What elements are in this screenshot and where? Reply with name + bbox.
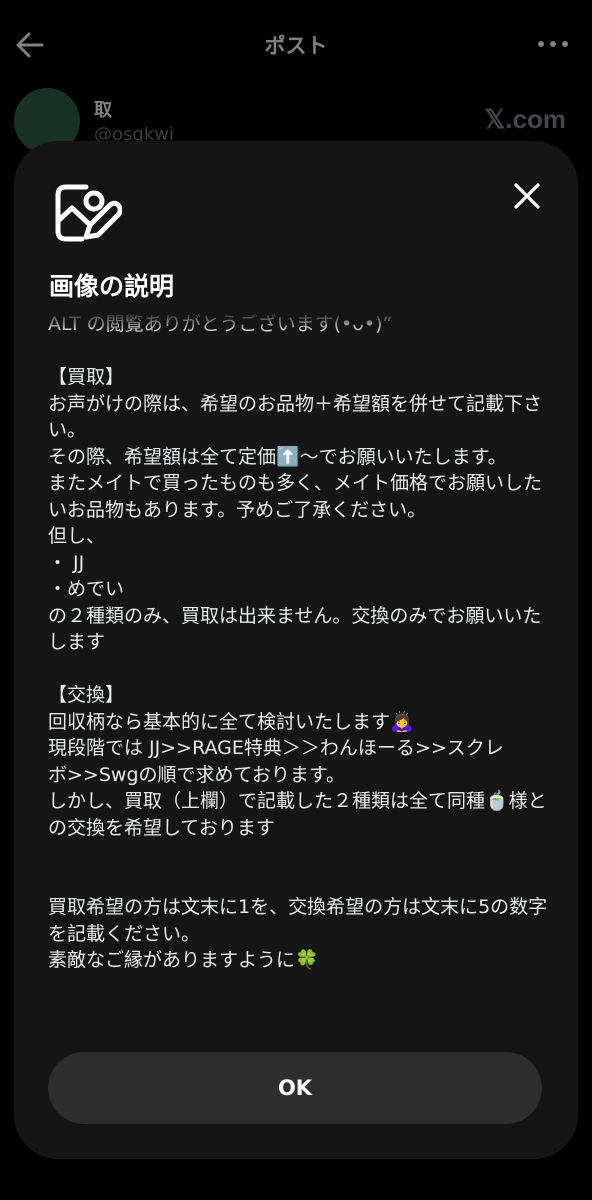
alt-text-scroll-area[interactable]: ALT の閲覧ありがとうございます(•ᴗ•)” 【買取】 お声がけの際は、希望の… [48,311,548,1041]
scroll-fade-top [48,311,548,333]
ok-button[interactable]: OK [48,1052,542,1124]
scroll-fade-bottom [48,997,548,1041]
modal-heading: 画像の説明 [49,272,175,301]
close-icon[interactable] [510,179,544,213]
alt-text: ALT の閲覧ありがとうございます(•ᴗ•)” 【買取】 お声がけの際は、希望の… [48,313,548,971]
image-description-icon [55,184,122,242]
image-description-modal: 画像の説明 ALT の閲覧ありがとうございます(•ᴗ•)” 【買取】 お声がけの… [14,141,578,1159]
